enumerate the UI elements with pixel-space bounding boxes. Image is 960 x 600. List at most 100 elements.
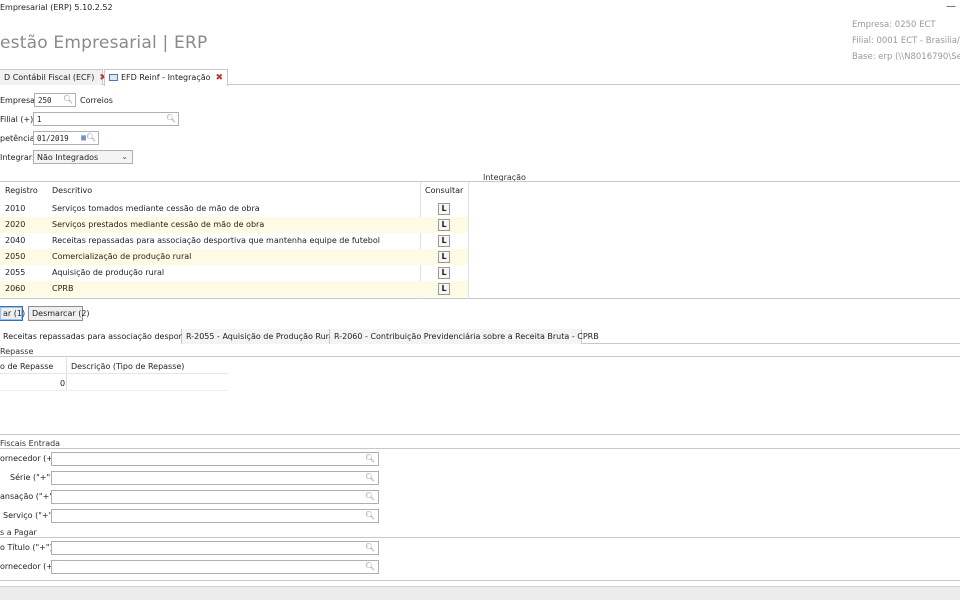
transacao-input[interactable]: 🔍︎	[51, 490, 379, 504]
header-base: Base: erp (\\N8016790\Se	[852, 52, 960, 62]
servico-row: Serviço ("+"): 🔍︎	[0, 508, 380, 524]
descritivo-cell: Serviços prestados mediante cessão de mã…	[52, 220, 265, 229]
tab-ecf[interactable]: D Contábil Fiscal (ECF)✖	[0, 69, 107, 85]
search-icon[interactable]: 🔍︎	[365, 454, 375, 463]
section-divider	[0, 537, 960, 538]
search-icon[interactable]: 🔍︎	[365, 543, 375, 552]
filial-label: Filial (+):	[0, 115, 36, 124]
app-title: estão Empresarial | ERP	[0, 33, 208, 53]
section-divider	[0, 580, 960, 581]
section-divider	[0, 434, 960, 435]
descritivo-cell: Serviços tomados mediante cessão de mão …	[52, 204, 260, 213]
competencia-value: 01/2019	[37, 134, 69, 143]
search-icon[interactable]: 🔍︎	[365, 492, 375, 501]
serie-row: Série ("+"): 🔍︎	[0, 470, 380, 486]
pagar-fornecedor-input[interactable]: 🔍︎	[51, 560, 379, 574]
table-row[interactable]: 2055 Aquisição de produção rural L	[0, 265, 468, 281]
repasse-section-title: Repasse	[0, 347, 34, 356]
consult-button[interactable]: L	[438, 219, 450, 231]
tab-label: D Contábil Fiscal (ECF)	[4, 73, 95, 82]
search-icon[interactable]: 🔍︎	[63, 95, 73, 104]
window-title-bar: Empresarial (ERP) 5.10.2.52 —	[0, 0, 960, 17]
chevron-down-icon: ⌄	[121, 152, 128, 161]
empresa-value: 250	[38, 96, 52, 105]
search-icon[interactable]: 🔍︎	[86, 133, 96, 142]
notas-section-title: Fiscais Entrada	[0, 439, 61, 448]
table-row[interactable]: 2050 Comercialização de produção rural L	[0, 249, 468, 265]
servico-input[interactable]: 🔍︎	[51, 509, 379, 523]
descritivo-cell: Aquisição de produção rural	[52, 268, 165, 277]
competencia-input[interactable]: 01/2019 ▦ 🔍︎	[33, 131, 99, 145]
search-icon[interactable]: 🔍︎	[365, 473, 375, 482]
table-row[interactable]: 2010 Serviços tomados mediante cessão de…	[0, 201, 468, 217]
integrar-label: Integrar:	[0, 153, 35, 162]
servico-label: Serviço ("+"):	[3, 511, 59, 520]
status-bar	[0, 586, 960, 600]
pagar-fornecedor-row: ornecedor (+): 🔍︎	[0, 559, 380, 575]
integration-table: Registro Descritivo Consultar 2010 Servi…	[0, 181, 960, 299]
filial-input[interactable]: 1 🔍︎	[33, 112, 179, 126]
competencia-label: petência:	[0, 134, 38, 143]
document-tabs: D Contábil Fiscal (ECF)✖ EFD Reinf - Int…	[0, 69, 960, 86]
desmarcar-button[interactable]: Desmarcar (2)	[28, 306, 90, 321]
search-icon[interactable]: 🔍︎	[166, 114, 176, 123]
column-header: o de Repasse	[0, 362, 54, 371]
consult-button[interactable]: L	[438, 203, 450, 215]
column-header: Descrição (Tipo de Repasse)	[71, 362, 185, 371]
registro-cell: 2020	[5, 220, 26, 229]
header-filial: Filial: 0001 ECT - Brasilia/	[852, 36, 960, 46]
tab-efd-reinf[interactable]: EFD Reinf - Integração ✖	[104, 69, 228, 86]
registro-cell: 2060	[5, 284, 26, 293]
search-icon[interactable]: 🔍︎	[365, 511, 375, 520]
integrar-value: Não Integrados	[37, 153, 99, 162]
fornecedor-label: ornecedor (+):	[0, 454, 59, 463]
minimize-button[interactable]: —	[946, 1, 956, 12]
close-icon[interactable]: ✖	[216, 73, 224, 83]
transacao-label: ansação ("+"):	[0, 492, 59, 501]
column-header: Descritivo	[52, 186, 93, 195]
table-row[interactable]: 2060 CPRB L	[0, 281, 468, 297]
serie-input[interactable]: 🔍︎	[51, 471, 379, 485]
fornecedor-row: ornecedor (+): 🔍︎	[0, 451, 380, 467]
pagar-fornecedor-label: ornecedor (+):	[0, 562, 59, 571]
repasse-value: 0	[60, 379, 66, 388]
transacao-row: ansação ("+"): 🔍︎	[0, 489, 380, 505]
fornecedor-input[interactable]: 🔍︎	[51, 452, 379, 466]
registro-cell: 2040	[5, 236, 26, 245]
tab-r2060[interactable]: R-2060 - Contribuição Previdenciária sob…	[330, 329, 599, 344]
filial-value: 1	[37, 115, 42, 124]
section-divider	[0, 356, 960, 357]
column-header: Registro	[5, 186, 38, 195]
consult-button[interactable]: L	[438, 283, 450, 295]
integrar-select[interactable]: Não Integrados ⌄	[33, 150, 133, 164]
table-row[interactable]: 2020 Serviços prestados mediante cessão …	[0, 217, 468, 233]
consult-button[interactable]: L	[438, 251, 450, 263]
consult-button[interactable]: L	[438, 235, 450, 247]
form-icon	[109, 74, 118, 81]
descritivo-cell: Receitas repassadas para associação desp…	[52, 236, 380, 245]
tab-r2055[interactable]: R-2055 - Aquisição de Produção Rural	[182, 329, 336, 344]
table-row[interactable]: 2040 Receitas repassadas para associação…	[0, 233, 468, 249]
search-icon[interactable]: 🔍︎	[365, 562, 375, 571]
descritivo-cell: CPRB	[52, 284, 74, 293]
consult-button[interactable]: L	[438, 267, 450, 279]
empresa-label: Empresa:	[0, 96, 38, 105]
titulo-row: o Título ("+"): 🔍︎	[0, 540, 380, 556]
pagar-section-title: s a Pagar	[0, 528, 37, 537]
empresa-input[interactable]: 250 🔍︎	[34, 93, 76, 107]
titulo-input[interactable]: 🔍︎	[51, 541, 379, 555]
column-header: Consultar	[425, 186, 464, 195]
titulo-label: o Título ("+"):	[0, 543, 56, 552]
empresa-name: Correios	[80, 96, 113, 105]
section-divider	[0, 448, 960, 449]
registro-cell: 2050	[5, 252, 26, 261]
registro-cell: 2055	[5, 268, 26, 277]
marcar-button[interactable]: ar (1)	[0, 306, 25, 321]
tab-label: EFD Reinf - Integração	[121, 73, 211, 82]
header-empresa: Empresa: 0250 ECT	[852, 20, 936, 30]
register-tabs: Receitas repassadas para associação desp…	[0, 329, 960, 344]
serie-label: Série ("+"):	[10, 473, 56, 482]
descritivo-cell: Comercialização de produção rural	[52, 252, 192, 261]
tab-receitas-repassadas[interactable]: Receitas repassadas para associação desp…	[0, 329, 197, 344]
registro-cell: 2010	[5, 204, 26, 213]
